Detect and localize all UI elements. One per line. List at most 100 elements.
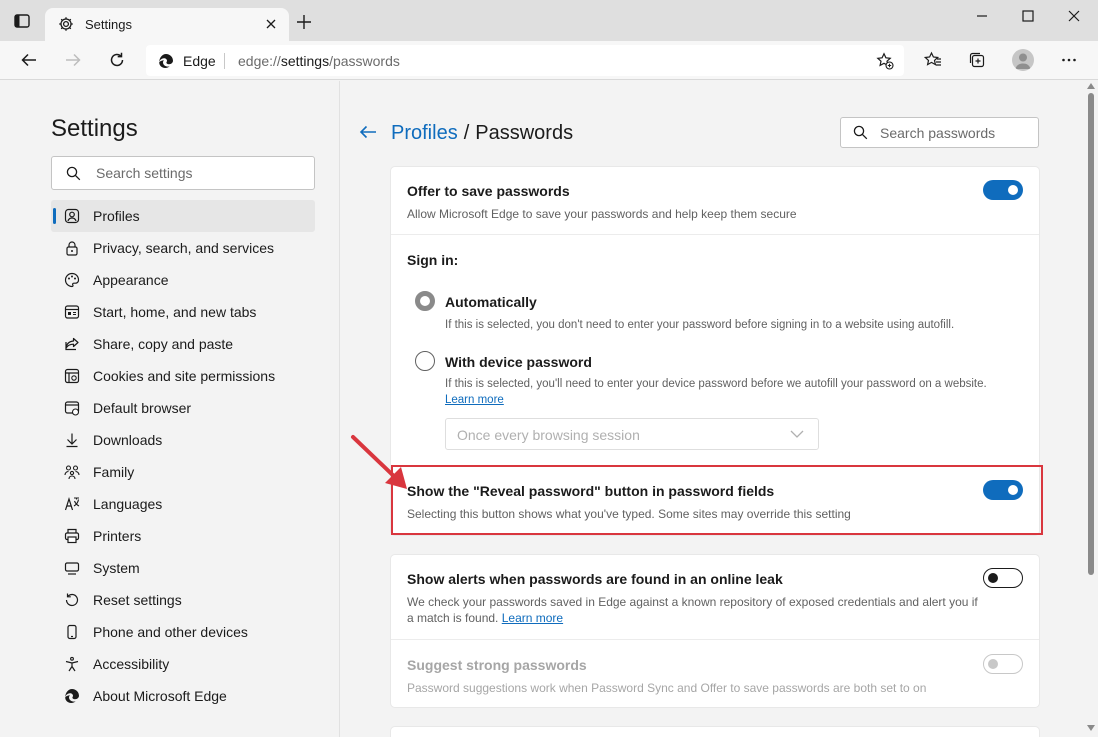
offer-save-toggle[interactable] [983,180,1023,200]
tab-strip: Settings [0,0,1098,41]
sidebar-item-appearance[interactable]: Appearance [51,264,315,296]
sidebar-item-label: Downloads [93,432,163,448]
profile-avatar[interactable] [1012,49,1034,71]
toggle-knob [988,659,998,669]
sidebar-item-languages[interactable]: Languages [51,488,315,520]
sidebar-item-label: Default browser [93,400,192,416]
password-settings-card: Offer to save passwords Allow Microsoft … [391,167,1039,535]
toolbar: Edge edge://settings/passwords [0,41,1098,80]
scroll-down-icon[interactable] [1087,725,1095,731]
toggle-knob [1008,485,1018,495]
cookies-icon [64,368,80,384]
sidebar-item-label: Appearance [93,272,169,288]
minimize-icon[interactable] [974,8,990,24]
sidebar-item-cookies[interactable]: Cookies and site permissions [51,360,315,392]
sidebar-item-label: Reset settings [93,592,182,608]
back-arrow-icon[interactable] [359,124,377,140]
add-favorite-icon[interactable] [876,52,894,70]
sidebar-item-profiles[interactable]: Profiles [51,200,315,232]
breadcrumb: Profiles / Passwords [391,122,573,145]
printer-icon [64,528,80,544]
person-icon [1015,53,1031,69]
reveal-password-title: Show the "Reveal password" button in pas… [407,483,775,499]
search-passwords-input[interactable] [880,124,1030,142]
sidebar-item-downloads[interactable]: Downloads [51,424,315,456]
address-bar[interactable]: Edge edge://settings/passwords [146,45,904,76]
offer-save-title: Offer to save passwords [407,183,570,199]
leak-alerts-desc: We check your passwords saved in Edge ag… [407,595,978,609]
edge-logo-icon [159,53,173,68]
automatically-title: Automatically [445,294,537,310]
divider [391,639,1039,640]
sidebar-item-label: Share, copy and paste [93,336,234,352]
sidebar-item-printers[interactable]: Printers [51,520,315,552]
home-tabs-icon [64,305,80,319]
sidebar-item-start-home[interactable]: Start, home, and new tabs [51,296,315,328]
url-text[interactable]: edge://settings/passwords [238,53,400,69]
sidebar-item-privacy[interactable]: Privacy, search, and services [51,232,315,264]
sidebar-title: Settings [51,115,138,142]
back-icon[interactable] [20,51,38,69]
sidebar-item-label: About Microsoft Edge [93,688,227,704]
learn-more-link[interactable]: Learn more [445,392,504,408]
forward-icon[interactable] [64,51,82,69]
sidebar-item-label: Cookies and site permissions [93,368,276,384]
leak-alerts-toggle[interactable] [983,568,1023,588]
sidebar-item-phone[interactable]: Phone and other devices [51,616,315,648]
close-tab-icon[interactable] [263,16,279,32]
settings-content: Settings Profiles Privacy, search, and s… [0,81,1098,737]
radio-automatically[interactable] [415,291,435,311]
gear-icon [59,17,73,31]
leak-alerts-desc-end: a match is found. [407,611,499,625]
system-icon [64,562,80,575]
divider [391,234,1039,235]
scroll-up-icon[interactable] [1087,83,1095,89]
url-path: /passwords [329,53,400,69]
sidebar-item-family[interactable]: Family [51,456,315,488]
maximize-icon[interactable] [1020,8,1036,24]
radio-device-password[interactable] [415,351,435,371]
device-password-desc: If this is selected, you'll need to ente… [445,378,987,390]
url-host: settings [280,53,330,69]
sidebar-item-share[interactable]: Share, copy and paste [51,328,315,360]
learn-more-link[interactable]: Learn more [502,611,563,625]
close-window-icon[interactable] [1066,8,1082,24]
device-password-title: With device password [445,354,592,370]
sidebar-item-label: Privacy, search, and services [93,240,275,256]
share-icon [65,337,79,351]
search-settings-box[interactable] [51,156,315,190]
tab-actions-icon[interactable] [14,14,30,28]
sidebar-item-label: Profiles [93,208,140,224]
search-settings-input[interactable] [96,163,306,183]
collections-icon[interactable] [968,51,986,69]
reauth-frequency-select[interactable]: Once every browsing session [445,418,819,450]
sidebar-item-label: Accessibility [93,656,170,672]
annotation-arrow-icon [351,435,407,489]
sidebar-item-system[interactable]: System [51,552,315,584]
sidebar-item-label: Family [93,464,135,480]
refresh-icon[interactable] [108,51,126,69]
scrollbar[interactable] [1084,81,1098,737]
sign-in-label: Sign in: [407,252,459,268]
sidebar-item-label: Phone and other devices [93,624,248,640]
reveal-password-toggle[interactable] [983,480,1023,500]
automatically-desc: If this is selected, you don't need to e… [445,319,955,331]
sidebar-item-default-browser[interactable]: Default browser [51,392,315,424]
breadcrumb-profiles-link[interactable]: Profiles [391,122,458,144]
scroll-thumb[interactable] [1088,93,1094,575]
sidebar-item-label: Start, home, and new tabs [93,304,257,320]
suggest-passwords-toggle[interactable] [983,654,1023,674]
sidebar-item-reset[interactable]: Reset settings [51,584,315,616]
favorites-icon[interactable] [924,51,942,69]
more-options-icon[interactable] [1060,51,1078,69]
site-identity-label: Edge [183,53,216,69]
sidebar-item-accessibility[interactable]: Accessibility [51,648,315,680]
suggest-passwords-desc: Password suggestions work when Password … [407,681,927,695]
sidebar-item-label: System [93,560,140,576]
search-passwords-box[interactable] [840,117,1039,148]
sidebar-item-about[interactable]: About Microsoft Edge [51,680,315,712]
leak-alerts-title: Show alerts when passwords are found in … [407,571,783,587]
tab-settings[interactable]: Settings [45,8,289,41]
new-tab-icon[interactable] [296,14,312,30]
sidebar-item-label: Printers [93,528,142,544]
